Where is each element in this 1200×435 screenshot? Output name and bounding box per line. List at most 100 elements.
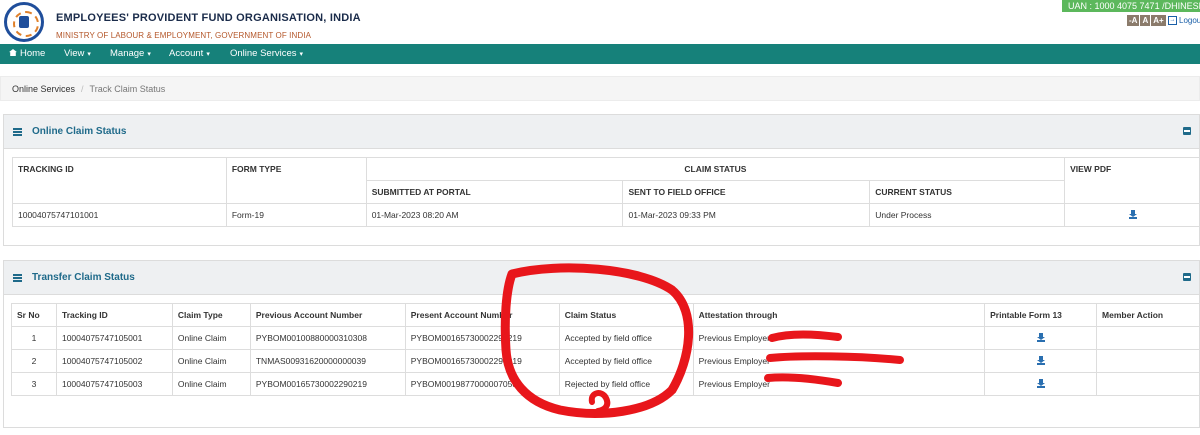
- nav-home-label: Home: [20, 48, 46, 59]
- logout-link[interactable]: →Logout: [1168, 15, 1200, 26]
- download-icon[interactable]: [1036, 379, 1045, 388]
- main-nav: Home View ▾ Manage ▾ Account ▾ Online Servi…: [0, 44, 1200, 64]
- bars-icon: [13, 274, 22, 282]
- breadcrumb-current: Track Claim Status: [89, 84, 166, 94]
- cell-present-account: PYBOM00198770000070532: [404, 372, 560, 396]
- cell-prev-account: PYBOM00100880000310308: [249, 326, 406, 350]
- cell-printable-form: [984, 349, 1098, 373]
- cell-claim-status: Rejected by field office: [558, 372, 694, 396]
- cell-present-account: PYBOM00165730002290219: [404, 326, 560, 350]
- cell-tracking-id: 10004075747101001: [12, 203, 227, 227]
- header-claim-status: Claim Status: [558, 303, 694, 327]
- cell-member-action: [1096, 349, 1200, 373]
- cell-attestation: Previous Employer: [692, 372, 986, 396]
- download-icon[interactable]: [1036, 333, 1045, 342]
- header-prev-account: Previous Account Number: [249, 303, 406, 327]
- nav-manage[interactable]: Manage ▾: [110, 44, 151, 64]
- collapse-icon[interactable]: [1183, 273, 1191, 281]
- header-current-status: CURRENT STATUS: [869, 180, 1066, 204]
- org-name: EMPLOYEES' PROVIDENT FUND ORGANISATION, …: [56, 12, 361, 24]
- cell-view-pdf: [1064, 203, 1200, 227]
- cell-claim-status: Accepted by field office: [558, 349, 694, 373]
- cell-prev-account: TNMAS00931620000000039: [249, 349, 406, 373]
- nav-account-label: Account: [169, 48, 204, 59]
- breadcrumb: Online Services / Track Claim Status: [0, 76, 1200, 101]
- table-row: 10004075747101001 Form-19 01-Mar-2023 08…: [12, 203, 1200, 227]
- uan-badge: UAN : 1000 4075 7471 /DHINESH R: [1062, 0, 1200, 12]
- download-icon[interactable]: [1128, 210, 1137, 219]
- cell-claim-status: Accepted by field office: [558, 326, 694, 350]
- chevron-down-icon: ▾: [147, 51, 151, 58]
- cell-present-account: PYBOM00165730002290219: [404, 349, 560, 373]
- nav-online-services[interactable]: Online Services ▾: [230, 44, 303, 64]
- cell-tracking-id: 10004075747105002: [55, 349, 173, 373]
- cell-sr-no: 3: [11, 372, 57, 396]
- cell-tracking-id: 10004075747105001: [55, 326, 173, 350]
- online-claim-title: Online Claim Status: [32, 126, 127, 137]
- download-icon[interactable]: [1036, 356, 1045, 365]
- font-size-controls: -A A A+: [1127, 15, 1166, 26]
- epfo-logo: [4, 2, 44, 42]
- logout-label: Logout: [1179, 16, 1200, 25]
- cell-attestation: Previous Employer: [692, 326, 986, 350]
- table-row: 1 10004075747105001 Online Claim PYBOM00…: [11, 326, 1200, 350]
- cell-claim-type: Online Claim: [171, 372, 251, 396]
- header-sr-no: Sr No: [11, 303, 57, 327]
- font-reset-button[interactable]: A: [1140, 15, 1151, 26]
- cell-sr-no: 1: [11, 326, 57, 350]
- cell-prev-account: PYBOM00165730002290219: [249, 372, 406, 396]
- header-claim-status: CLAIM STATUS: [365, 157, 1066, 181]
- online-claim-table: TRACKING ID FORM TYPE CLAIM STATUS VIEW …: [12, 157, 1200, 227]
- header-submitted: SUBMITTED AT PORTAL: [365, 180, 624, 204]
- cell-claim-type: Online Claim: [171, 326, 251, 350]
- cell-claim-type: Online Claim: [171, 349, 251, 373]
- online-claim-panel: Online Claim Status TRACKING ID FORM TYP…: [3, 114, 1200, 246]
- header-present-account: Present Account Number: [404, 303, 560, 327]
- header-view-pdf: VIEW PDF: [1064, 157, 1200, 204]
- transfer-claim-title: Transfer Claim Status: [32, 272, 135, 283]
- transfer-claim-panel-header: Transfer Claim Status: [4, 261, 1199, 295]
- breadcrumb-separator: /: [81, 84, 84, 94]
- nav-home[interactable]: Home: [9, 44, 45, 64]
- chevron-down-icon: ▾: [299, 51, 304, 58]
- cell-member-action: [1096, 326, 1200, 350]
- collapse-icon[interactable]: [1183, 127, 1191, 135]
- chevron-down-icon: ▾: [206, 51, 210, 58]
- cell-sent: 01-Mar-2023 09:33 PM: [622, 203, 871, 227]
- cell-form-type: Form-19: [225, 203, 367, 227]
- cell-printable-form: [984, 372, 1098, 396]
- bars-icon: [13, 128, 22, 136]
- cell-current-status: Under Process: [869, 203, 1066, 227]
- site-header: EMPLOYEES' PROVIDENT FUND ORGANISATION, …: [0, 0, 1200, 44]
- font-increase-button[interactable]: A+: [1151, 15, 1166, 26]
- nav-online-services-label: Online Services: [230, 48, 297, 59]
- breadcrumb-parent[interactable]: Online Services: [12, 84, 75, 94]
- cell-submitted: 01-Mar-2023 08:20 AM: [365, 203, 624, 227]
- online-claim-panel-header: Online Claim Status: [4, 115, 1199, 149]
- header-attestation: Attestation through: [692, 303, 986, 327]
- nav-view-label: View: [64, 48, 85, 59]
- logout-icon: →: [1168, 16, 1177, 26]
- cell-sr-no: 2: [11, 349, 57, 373]
- table-row: 2 10004075747105002 Online Claim TNMAS00…: [11, 349, 1200, 373]
- header-claim-type: Claim Type: [171, 303, 251, 327]
- header-sent: SENT TO FIELD OFFICE: [622, 180, 871, 204]
- table-row: 3 10004075747105003 Online Claim PYBOM00…: [11, 372, 1200, 396]
- transfer-claim-table: Sr No Tracking ID Claim Type Previous Ac…: [11, 303, 1200, 396]
- ministry-name: MINISTRY OF LABOUR & EMPLOYMENT, GOVERNM…: [56, 31, 312, 40]
- home-icon: [9, 49, 17, 56]
- cell-attestation: Previous Employer: [692, 349, 986, 373]
- header-printable-form: Printable Form 13: [984, 303, 1098, 327]
- header-tracking-id: Tracking ID: [55, 303, 173, 327]
- font-decrease-button[interactable]: -A: [1127, 15, 1140, 26]
- header-tracking-id: TRACKING ID: [12, 157, 227, 204]
- nav-view[interactable]: View ▾: [64, 44, 91, 64]
- chevron-down-icon: ▾: [87, 51, 91, 58]
- header-member-action: Member Action: [1096, 303, 1200, 327]
- cell-printable-form: [984, 326, 1098, 350]
- nav-account[interactable]: Account ▾: [169, 44, 210, 64]
- cell-tracking-id: 10004075747105003: [55, 372, 173, 396]
- cell-member-action: [1096, 372, 1200, 396]
- transfer-claim-panel: Transfer Claim Status Sr No Tracking ID …: [3, 260, 1200, 428]
- nav-manage-label: Manage: [110, 48, 145, 59]
